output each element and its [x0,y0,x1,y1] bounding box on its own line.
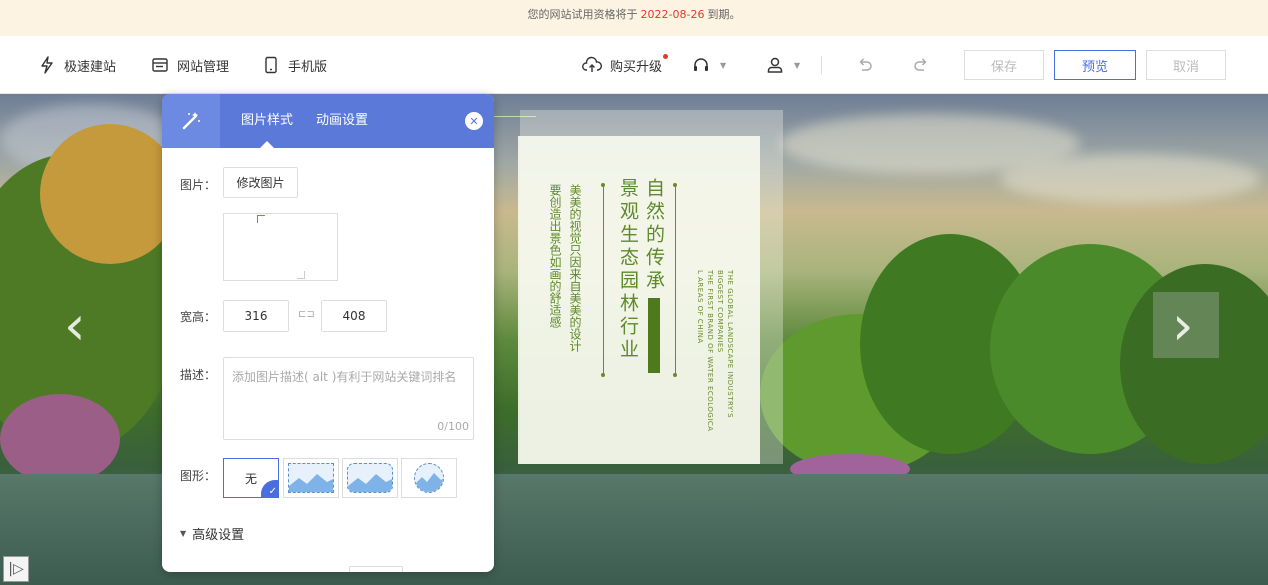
landscape-thumbnail-icon [347,463,393,493]
magic-wand-icon [162,94,220,148]
panel-header: 图片样式 动画设置 ✕ [162,94,494,148]
poster-en-line4: L AREAS OF CHINA [696,270,704,344]
poster-accent-bar [648,298,660,373]
mobile-version-button[interactable]: 手机版 [262,36,327,94]
description-placeholder: 添加图片描述( alt )有利于网站关键词排名 [232,370,457,384]
image-label: 图片： [180,178,217,192]
undo-button[interactable] [856,36,874,94]
editor-toolbar: 极速建站 网站管理 手机版 购买升级 ▼ ▼ 保存 预览 取消 [0,36,1268,94]
redo-icon [914,58,927,71]
description-label: 描述： [180,368,217,382]
poster-title-col1: 自然的传承 [643,178,665,293]
size-label: 宽高： [180,310,217,324]
poster-en-line2: BIGGEST COMPANIES [716,270,724,353]
user-menu[interactable]: ▼ [766,36,800,94]
poster-dot [673,183,677,187]
image-preview-thumbnail[interactable] [223,213,338,281]
caret-down-icon: ▼ [180,529,187,538]
window-icon [152,58,168,72]
poster-dot [601,373,605,377]
notice-prefix: 您的网站试用资格将于 [527,8,638,21]
width-input[interactable]: 316 [223,300,289,332]
cancel-button[interactable]: 取消 [1146,50,1226,80]
notice-expiry-date: 2022-08-26 [640,8,705,21]
description-textarea[interactable]: 添加图片描述( alt )有利于网站关键词排名 0/100 [223,357,474,440]
buy-upgrade-button[interactable]: 购买升级 [582,36,669,94]
headset-icon [694,58,708,71]
support-menu[interactable]: ▼ [692,36,726,94]
check-icon: ✓ [261,480,279,498]
poster-dot [601,183,605,187]
advanced-settings-label: 高级设置 [192,528,245,543]
poster-en-line1: THE GLOBAL LANDSCAPE INDUSTRY'S [726,270,734,419]
poster-en-line3: THE FIRST BRAND OF WATER ECOLOGICA [706,270,714,432]
tab-image-style[interactable]: 图片样式 [241,94,293,148]
notice-suffix: 到期。 [707,8,741,21]
quick-build-label: 极速建站 [64,59,117,75]
preview-button[interactable]: 预览 [1054,50,1136,80]
shape-option-rounded[interactable] [342,458,398,498]
image-style-panel: 图片样式 动画设置 ✕ 图片： 修改图片 宽高： 316 ⊏⊐ 408 描述： … [162,94,494,572]
height-input[interactable]: 408 [321,300,387,332]
landscape-thumbnail-icon [288,463,334,493]
poster-line-right [675,186,676,376]
sidebar-toggle-icon[interactable]: |▷ [3,556,29,582]
description-char-count: 0/100 [437,420,469,433]
advanced-settings-toggle[interactable]: ▼ 高级设置 [180,524,244,543]
poster-dot [673,373,677,377]
tab-animation-settings[interactable]: 动画设置 [316,94,368,148]
landscape-thumbnail-icon [414,463,444,493]
lightning-icon [41,56,53,74]
site-manage-button[interactable]: 网站管理 [151,36,229,94]
shape-option-circle[interactable] [401,458,457,498]
change-image-button[interactable]: 修改图片 [223,167,298,198]
redo-button[interactable] [912,36,930,94]
poster-subtitle-col2: 要创造出景色如画的舒适感 [548,184,562,328]
prev-slide-arrow-icon[interactable]: ‹ [64,294,86,357]
advanced-settings-field[interactable] [349,566,403,572]
mobile-version-label: 手机版 [288,59,328,75]
undo-icon [859,58,872,71]
shape-label: 图形： [180,469,217,483]
quick-build-button[interactable]: 极速建站 [38,36,116,94]
link-ratio-icon[interactable]: ⊏⊐ [298,309,315,320]
phone-icon [265,56,277,74]
toolbar-divider [821,56,822,74]
shape-option-none[interactable]: 无 ✓ [223,458,279,498]
user-icon [767,57,783,73]
shape-option-rectangle[interactable] [283,458,339,498]
close-icon[interactable]: ✕ [465,112,483,130]
save-button[interactable]: 保存 [964,50,1044,80]
trial-notice-bar: 您的网站试用资格将于 2022-08-26 到期。 [0,0,1268,36]
site-manage-label: 网站管理 [177,59,230,75]
next-slide-arrow-icon[interactable]: › [1172,294,1194,357]
chevron-down-icon: ▼ [794,60,801,70]
poster-title-col2: 景观生态园林行业 [617,178,639,362]
chevron-down-icon: ▼ [720,60,727,70]
shape-none-label: 无 [244,471,257,486]
buy-upgrade-label: 购买升级 [610,59,663,75]
notification-dot [663,53,669,59]
poster-line-left [603,186,604,376]
poster-subtitle-col1: 美美的视觉只因来自美美的设计 [568,184,582,352]
cloud-upload-icon [582,56,602,72]
